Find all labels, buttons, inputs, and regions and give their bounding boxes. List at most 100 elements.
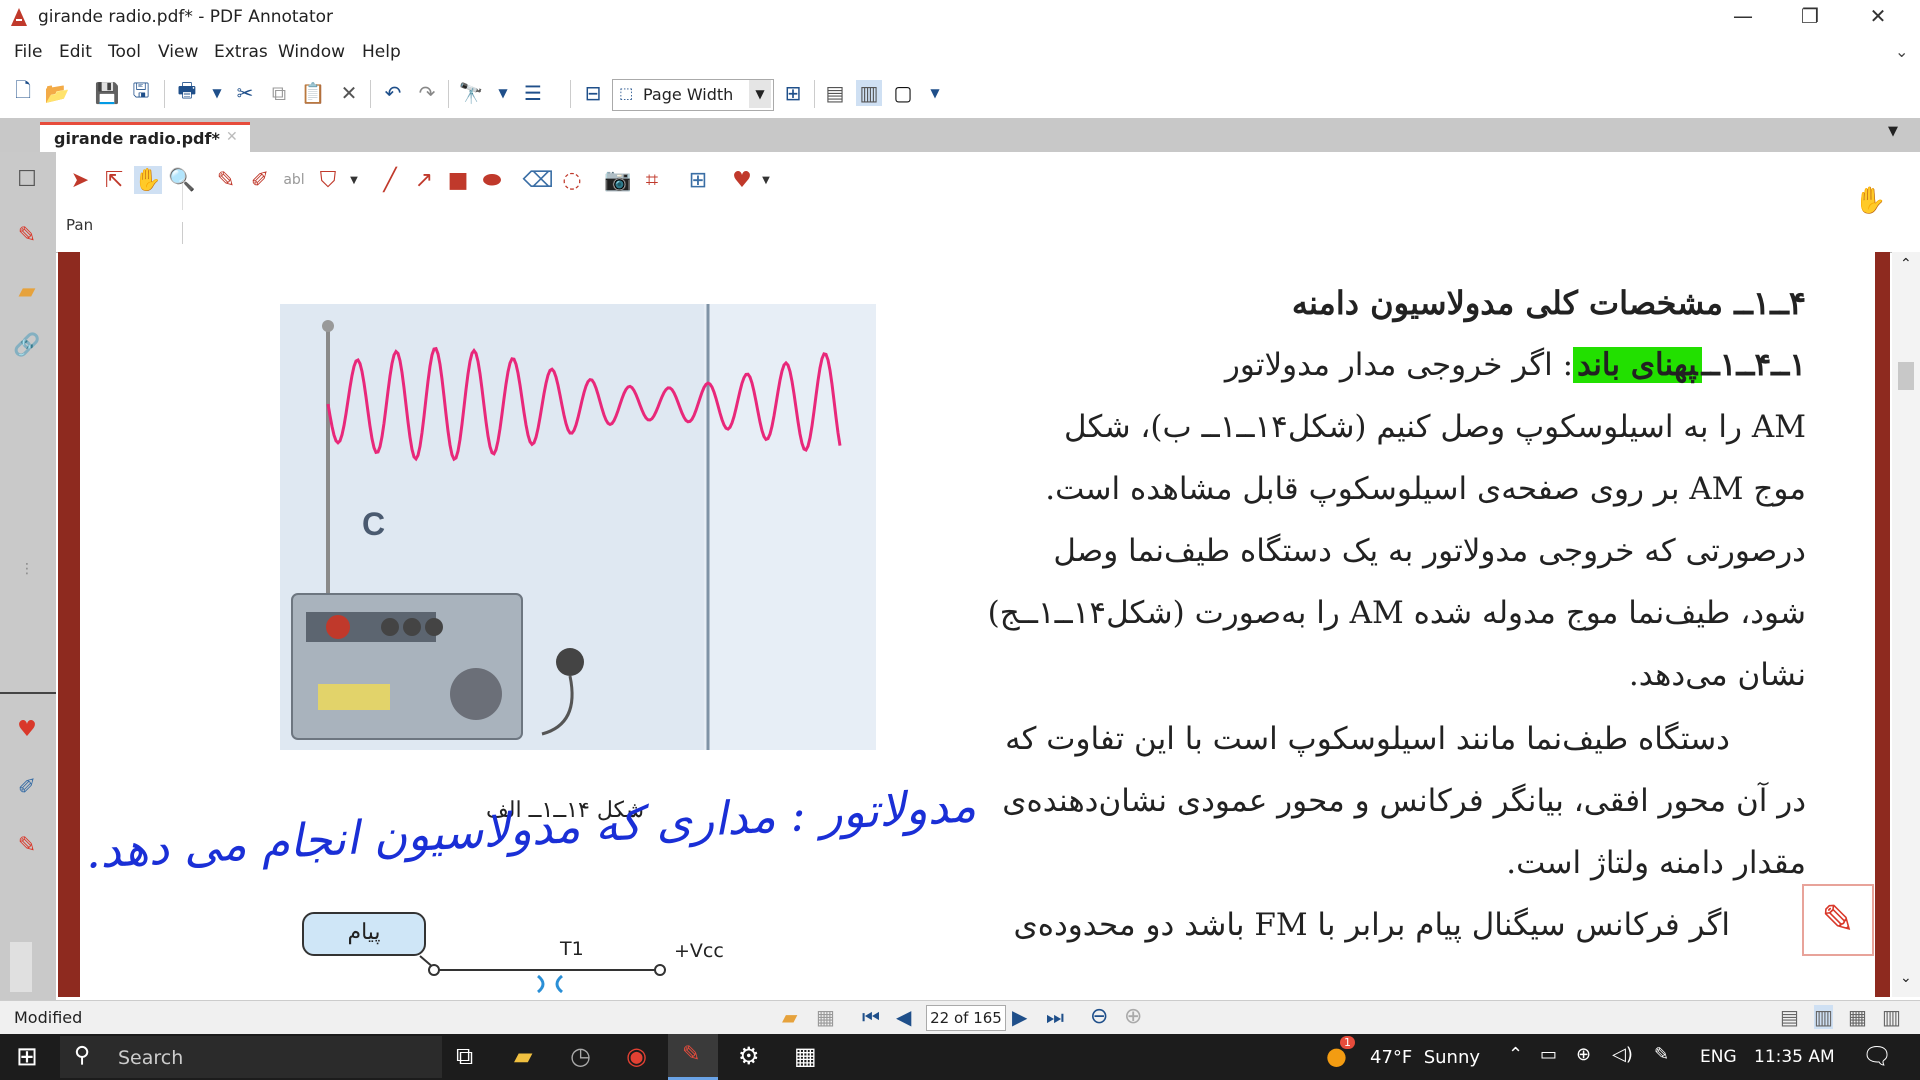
sidebar-grip-icon[interactable]: ⋮ <box>10 552 44 586</box>
view-columns-icon[interactable]: ▥ <box>1882 1005 1901 1029</box>
vertical-scrollbar[interactable]: ⌃ ⌄ <box>1892 252 1920 997</box>
crop-tool-icon[interactable]: ⌗ <box>638 166 666 194</box>
undo-icon[interactable]: ↶ <box>380 80 406 106</box>
favorites-dropdown-icon[interactable]: ▼ <box>752 166 780 194</box>
insert-image-icon[interactable]: ⊞ <box>684 166 712 194</box>
favorites-heart-icon[interactable]: ♥ <box>10 712 44 746</box>
view-dropdown-icon[interactable]: ▼ <box>922 80 948 106</box>
chrome-icon[interactable]: ◉ <box>626 1042 647 1070</box>
menu-help[interactable]: Help <box>362 42 401 62</box>
close-button[interactable]: ✕ <box>1848 0 1908 34</box>
select-page-icon[interactable]: ☐ <box>10 162 44 196</box>
tab-close-icon[interactable]: ✕ <box>226 129 238 145</box>
calculator-icon[interactable]: ▦ <box>794 1042 817 1070</box>
first-page-icon[interactable]: ⏮ <box>862 1005 880 1029</box>
stamp-dropdown-icon[interactable]: ▼ <box>340 166 368 194</box>
continuous-page-icon[interactable]: ▥ <box>856 80 882 106</box>
lasso-tool-icon[interactable]: ◌ <box>558 166 586 194</box>
fullscreen-icon[interactable]: ▢ <box>890 80 916 106</box>
forward-icon[interactable]: ⊕ <box>1124 1004 1142 1029</box>
paste-icon[interactable]: 📋 <box>300 80 326 106</box>
pen-tool-icon[interactable]: ✎ <box>212 166 240 194</box>
tab-list-dropdown-icon[interactable]: ▼ <box>1888 124 1898 139</box>
tab-girande-radio[interactable]: girande radio.pdf* ✕ <box>40 122 250 152</box>
notifications-icon[interactable]: 🗨 <box>1862 1042 1892 1070</box>
taskbar-search-box[interactable]: ⚲ Search <box>60 1036 442 1078</box>
stamp-tool-icon[interactable]: ⛉ <box>314 166 342 194</box>
delete-icon[interactable]: ✕ <box>336 80 362 106</box>
page-number-field[interactable]: 22 of 165 <box>926 1005 1006 1031</box>
chevron-down-icon[interactable]: ▼ <box>749 80 771 108</box>
menu-file[interactable]: File <box>14 42 42 62</box>
pan-hand-icon[interactable]: ✋ <box>134 166 162 194</box>
view-grid-icon[interactable]: ▦ <box>1848 1005 1867 1029</box>
minimize-button[interactable]: — <box>1713 0 1773 34</box>
task-view-icon[interactable]: ⧉ <box>456 1042 473 1070</box>
volume-icon[interactable]: ◁) <box>1612 1044 1633 1065</box>
view-continuous-icon[interactable]: ▥ <box>1814 1005 1833 1029</box>
rectangle-tool-icon[interactable]: ■ <box>444 166 472 194</box>
open-folder-icon[interactable]: 📂 <box>44 80 70 106</box>
settings-gear-icon[interactable]: ⚙ <box>738 1042 760 1070</box>
pdf-annotator-taskbar-button[interactable]: ✎ <box>668 1034 718 1080</box>
weather-text[interactable]: 47°F Sunny <box>1370 1047 1480 1068</box>
select-arrow-icon[interactable]: ➤ <box>66 166 94 194</box>
pen-workspace-icon[interactable]: ✎ <box>1654 1044 1669 1065</box>
page-thumbnails-icon[interactable]: ▦ <box>816 1005 835 1029</box>
new-document-icon[interactable]: 🗋 <box>10 78 36 106</box>
print-dropdown-icon[interactable]: ▼ <box>204 80 230 106</box>
marker-icon[interactable]: ✐ <box>10 770 44 804</box>
find-dropdown-icon[interactable]: ▼ <box>490 80 516 106</box>
zoom-select[interactable]: ⬚ Page Width ▼ <box>612 79 774 111</box>
sidebar-scrollbar[interactable] <box>10 942 32 992</box>
pdf-page[interactable]: C شکل ۱۴ــ۱ــ الف مدولاتور : مداری که مد… <box>80 252 1875 997</box>
find-binoculars-icon[interactable]: 🔭 <box>458 80 484 106</box>
folder-sync-icon[interactable]: ▰ <box>782 1005 797 1029</box>
redo-icon[interactable]: ↷ <box>414 80 440 106</box>
print-icon[interactable]: 🖶 <box>174 78 200 106</box>
network-globe-icon[interactable]: ⊕ <box>1576 1044 1591 1065</box>
floating-pen-button[interactable]: ✎ <box>1802 884 1874 956</box>
menu-edit[interactable]: Edit <box>59 42 92 62</box>
menu-extras[interactable]: Extras <box>214 42 268 62</box>
camera-tool-icon[interactable]: 📷 <box>604 166 632 194</box>
arrow-tool-icon[interactable]: ↗ <box>410 166 438 194</box>
back-icon[interactable]: ⊖ <box>1090 1004 1108 1029</box>
previous-page-icon[interactable]: ◀ <box>896 1005 911 1029</box>
text-box-tool-icon[interactable]: abl <box>280 166 308 194</box>
ellipse-tool-icon[interactable]: ⬬ <box>478 166 506 194</box>
clock-time[interactable]: 11:35 AM <box>1754 1047 1835 1067</box>
attachment-icon[interactable]: 🔗 <box>10 328 44 362</box>
scroll-up-icon[interactable]: ⌃ <box>1900 256 1912 272</box>
copy-icon[interactable]: ⧉ <box>266 80 292 106</box>
eraser-tool-icon[interactable]: ⌫ <box>522 166 553 194</box>
restore-button[interactable]: ❐ <box>1780 0 1840 34</box>
view-single-icon[interactable]: ▤ <box>1780 1005 1799 1029</box>
clock-app-icon[interactable]: ◷ <box>570 1042 591 1070</box>
battery-icon[interactable]: ▭ <box>1540 1044 1557 1065</box>
menu-window[interactable]: Window <box>278 42 345 62</box>
save-icon[interactable]: 💾 <box>94 80 120 106</box>
menu-tool[interactable]: Tool <box>108 42 141 62</box>
language-indicator[interactable]: ENG <box>1700 1047 1737 1067</box>
zoom-in-icon[interactable]: ⊞ <box>780 80 806 106</box>
zoom-out-icon[interactable]: ⊟ <box>580 80 606 106</box>
highlighter-icon[interactable]: ✎ <box>10 828 44 862</box>
zoom-tool-icon[interactable]: 🔍 <box>168 166 196 194</box>
windows-start-icon[interactable]: ⊞ <box>16 1042 38 1072</box>
ribbon-collapse-icon[interactable]: ⌄ <box>1895 42 1908 61</box>
next-page-icon[interactable]: ▶ <box>1012 1005 1027 1029</box>
menu-view[interactable]: View <box>158 42 198 62</box>
file-explorer-icon[interactable]: ▰ <box>514 1042 532 1070</box>
scroll-down-icon[interactable]: ⌄ <box>1900 970 1912 986</box>
annotation-pen-icon[interactable]: ✎ <box>10 218 44 252</box>
last-page-icon[interactable]: ⏭ <box>1046 1005 1064 1029</box>
tray-expand-icon[interactable]: ⌃ <box>1508 1044 1523 1065</box>
text-select-icon[interactable]: ⇱ <box>100 166 128 194</box>
cut-icon[interactable]: ✂ <box>232 80 258 106</box>
tools-list-icon[interactable]: ☰ <box>520 80 546 106</box>
folder-icon[interactable]: ▰ <box>10 274 44 308</box>
line-tool-icon[interactable]: ╱ <box>376 166 404 194</box>
scroll-thumb[interactable] <box>1898 362 1914 390</box>
single-page-icon[interactable]: ▤ <box>822 80 848 106</box>
